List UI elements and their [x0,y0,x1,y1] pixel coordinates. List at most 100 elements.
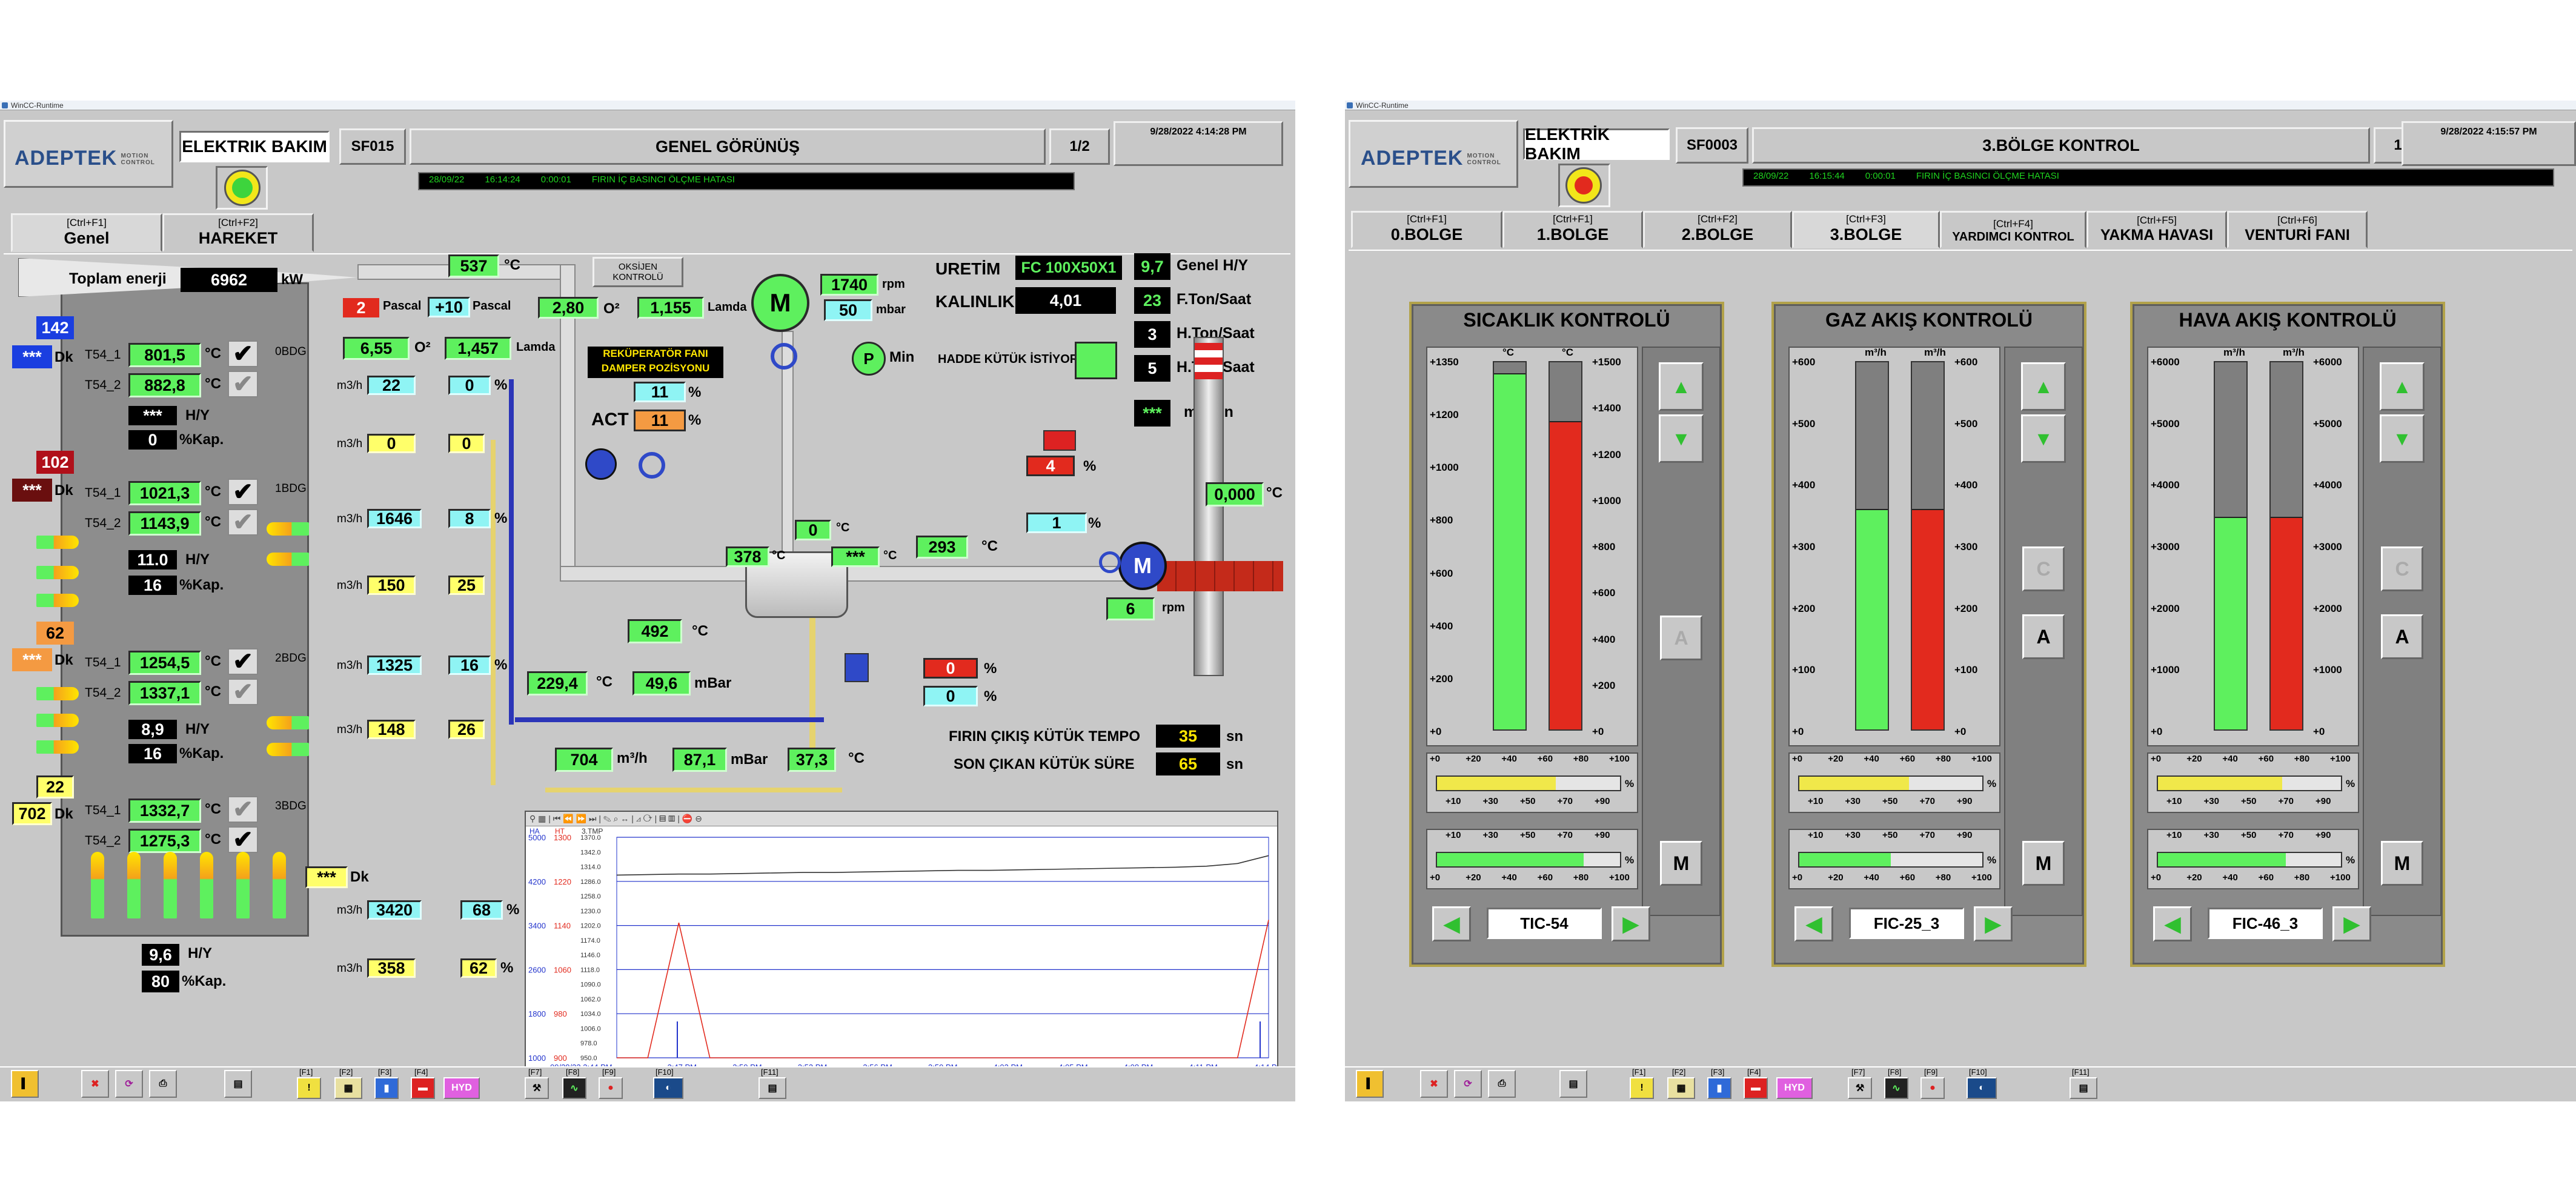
f2-button[interactable]: ▦ [334,1077,362,1099]
brick-wall [1157,561,1283,591]
zone-0-t1-check[interactable]: ✔ [228,340,258,367]
setpoint-up-button[interactable]: ▲ [2380,362,2425,411]
manual-button[interactable]: M [2022,841,2065,886]
sp-tick: +4000 [2313,479,2342,491]
h-ton-saat-1: 3 [1134,321,1170,348]
tab-bolge-1[interactable]: [Ctrl+F1] 1.BOLGE [1502,211,1643,248]
next-controller-button[interactable]: ▶ [2332,906,2371,941]
f11-button[interactable]: ▤ [759,1077,786,1099]
report-button[interactable]: ▤ [224,1070,252,1098]
lamda-b: 1,457 [445,337,511,360]
page-number[interactable]: 1/2 [1049,128,1110,165]
exit-button[interactable]: ▌ [1356,1070,1384,1098]
rek-motor-icon[interactable] [585,448,617,480]
pct-tick: +100 [1971,754,1992,764]
tab-genel[interactable]: [Ctrl+F1] Genel [11,213,162,252]
datetime: 9/28/2022 4:14:28 PM [1114,121,1283,166]
pct-tick: +50 [1882,796,1898,806]
f4-button[interactable]: ▬ [1744,1077,1768,1099]
auto-button[interactable]: A [1660,616,1702,660]
pct-tick: +10 [2166,830,2182,840]
pct-tick: +90 [1957,796,1973,806]
hyd-button[interactable]: HYD [443,1077,480,1099]
fan-motor-icon[interactable]: M [751,274,809,332]
cascade-button[interactable]: C [2022,546,2065,591]
tab-hareket[interactable]: [Ctrl+F2] HAREKET [162,213,314,252]
tab-venturi-fani[interactable]: [Ctrl+F6] VENTURİ FANI [2227,211,2368,248]
f1-button[interactable]: ! [297,1077,321,1099]
print-button[interactable]: ⎙ [1488,1070,1516,1098]
hadde-label: HADDE KÜTÜK İSTİYOR [938,353,1079,366]
zone-3-t1-check[interactable]: ✔ [228,796,258,823]
tab-bolge-0[interactable]: [Ctrl+F1] 0.BOLGE [1351,211,1502,248]
refresh-button[interactable]: ⟳ [115,1070,143,1098]
pct-tick: +20 [2186,872,2202,883]
chimney-damper-actuator[interactable] [1043,430,1076,451]
zone-3-t2-check[interactable]: ✔ [228,826,258,853]
hyd-button[interactable]: HYD [1776,1077,1813,1099]
tab-yakma-havasi[interactable]: [Ctrl+F5] YAKMA HAVASI [2086,211,2227,248]
f11-button[interactable]: ▤ [2070,1077,2097,1099]
zone-0-t2-check[interactable]: ✔ [228,371,258,397]
exit-button[interactable]: ▌ [11,1070,39,1098]
f1-button[interactable]: ! [1630,1077,1654,1099]
next-controller-button[interactable]: ▶ [1612,906,1650,941]
setpoint-down-button[interactable]: ▼ [1659,414,1704,463]
setpoint-up-button[interactable]: ▲ [2021,362,2066,411]
manual-button[interactable]: M [2381,841,2423,886]
prev-controller-button[interactable]: ◀ [2153,906,2192,941]
f7-button[interactable]: ⚒ [1848,1077,1872,1099]
rek-damper-pos: 11 [634,382,686,402]
zone-1-t2-check[interactable]: ✔ [228,509,258,536]
o2-actual-a: 2,80 [538,297,599,319]
exhaust-fan-motor[interactable]: M [1118,542,1167,590]
alarm-line[interactable]: 28/09/22 16:14:24 0:00:01 FIRIN İÇ BASINCI … [418,172,1075,190]
print-button[interactable]: ⎙ [149,1070,177,1098]
next-controller-button[interactable]: ▶ [1974,906,2013,941]
gas-valve-actuator[interactable] [845,653,869,682]
f10-button[interactable]: ◐ [653,1077,683,1099]
pct-tick: +30 [1845,796,1861,806]
auto-button[interactable]: A [2022,614,2065,659]
f8-button[interactable]: ∿ [1884,1077,1908,1099]
setpoint-down-button[interactable]: ▼ [2380,414,2425,463]
f9-button[interactable]: ● [599,1077,623,1099]
refresh-button[interactable]: ⟳ [1454,1070,1482,1098]
tab-bolge-2[interactable]: [Ctrl+F2] 2.BOLGE [1643,211,1792,248]
pct-tick: +0 [1792,754,1803,764]
prev-controller-button[interactable]: ◀ [1794,906,1833,941]
report-button[interactable]: ▤ [1559,1070,1587,1098]
tab-bolge-3[interactable]: [Ctrl+F3] 3.BOLGE [1792,211,1940,248]
f4-button[interactable]: ▬ [411,1077,435,1099]
cascade-button[interactable]: C [2381,546,2423,591]
tab-yardimci-kontrol[interactable]: [Ctrl+F4] YARDIMCI KONTROL [1940,211,2086,248]
station-id: SF015 [339,128,406,165]
trend-toolbar[interactable]: ⚲ ▦ | ⏮ ⏪ ⏩ ⏭ | ✎ ⌕ ↔ | ⊿ ⟳ | ▤ ▥ | ⛔ ⊖ [526,812,1277,826]
f9-button[interactable]: ● [1920,1077,1945,1099]
faceplate-0: SICAKLIK KONTROLÜ °C °C +1350 +1200 +1000 +800… [1409,302,1724,967]
setpoint-up-button[interactable]: ▲ [1659,362,1704,411]
setpoint-down-button[interactable]: ▼ [2021,414,2066,463]
zone-1-t1-check[interactable]: ✔ [228,479,258,505]
zone-2-t2-check[interactable]: ✔ [228,679,258,705]
alarm-ack-button[interactable]: ✖ [81,1070,109,1098]
f3-button[interactable]: ▮ [374,1077,399,1099]
f8-button[interactable]: ∿ [562,1077,586,1099]
alarm-ack-button[interactable]: ✖ [1420,1070,1448,1098]
pct-tick: +80 [1935,872,1951,883]
f7-button[interactable]: ⚒ [525,1077,549,1099]
trend-chart[interactable]: ⚲ ▦ | ⏮ ⏪ ⏩ ⏭ | ✎ ⌕ ↔ | ⊿ ⟳ | ▤ ▥ | ⛔ ⊖ … [525,811,1278,1086]
energy-unit: kW [281,271,303,288]
pct-tick: +70 [1919,830,1935,840]
f10-button[interactable]: ◐ [1967,1077,1997,1099]
hadde-indicator [1075,342,1117,379]
manual-button[interactable]: M [1660,841,1702,886]
auto-button[interactable]: A [2381,614,2423,659]
alarm-line[interactable]: 28/09/22 16:15:44 0:00:01 FIRIN İÇ BASINCI … [1742,168,2554,187]
zone-3-air-pct: 68 [460,900,503,920]
oksijen-kontrol-button[interactable]: OKSİJEN KONTROLÜ [593,257,683,287]
f3-button[interactable]: ▮ [1707,1077,1731,1099]
prev-controller-button[interactable]: ◀ [1432,906,1471,941]
f2-button[interactable]: ▦ [1667,1077,1695,1099]
zone-2-t1-check[interactable]: ✔ [228,648,258,675]
